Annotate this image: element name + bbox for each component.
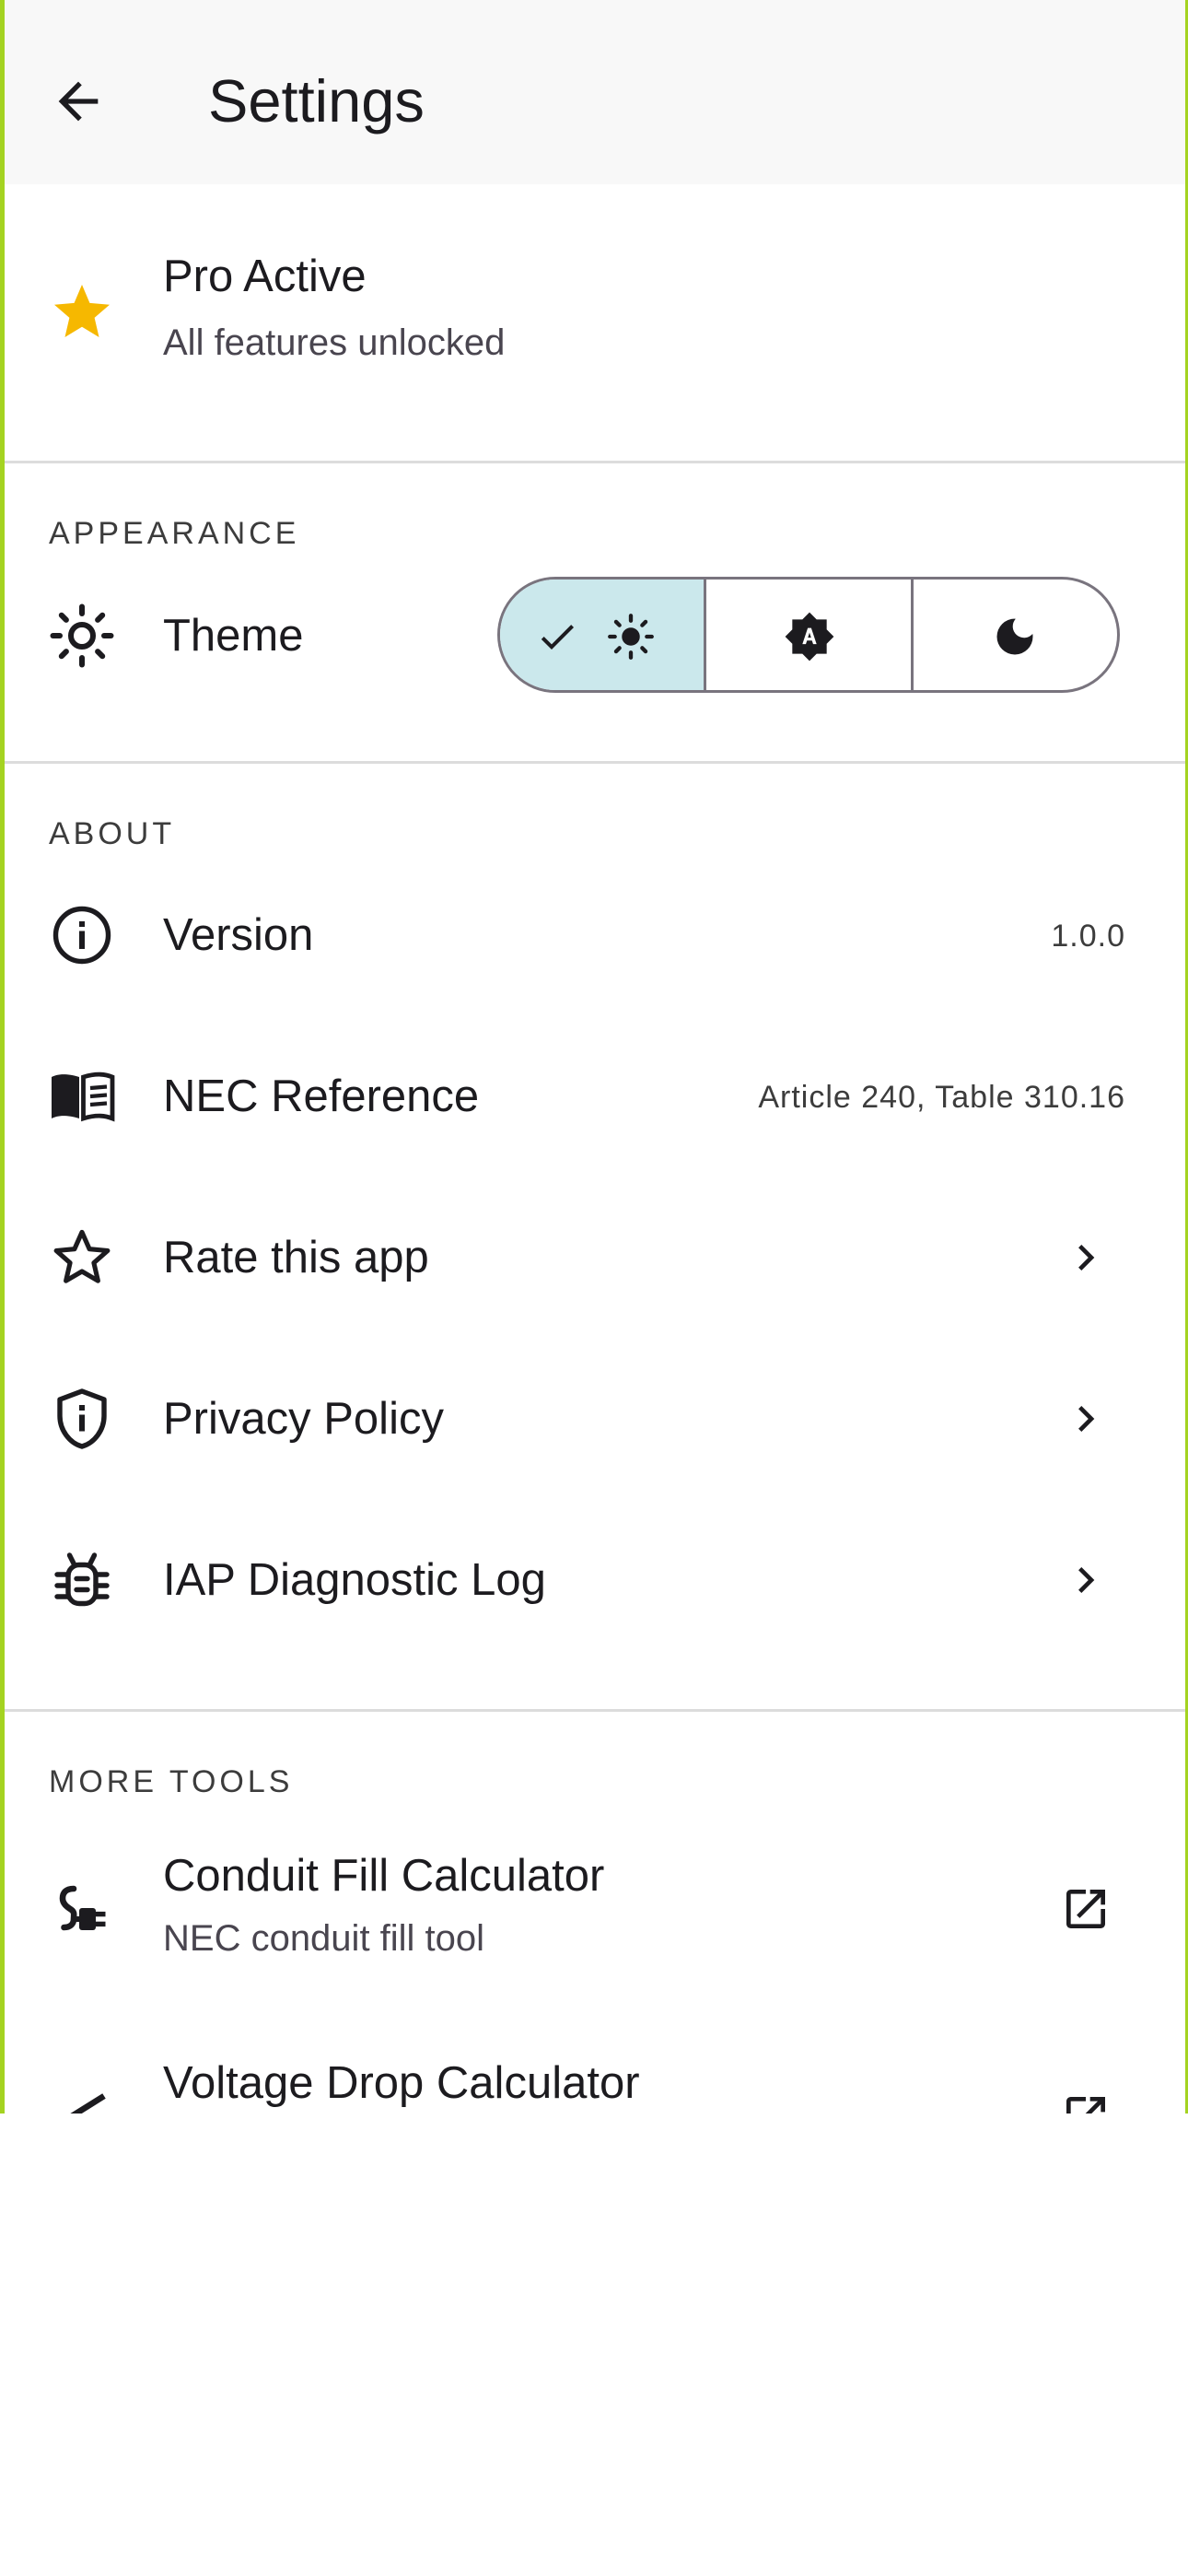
iap-diagnostic-log-row[interactable]: IAP Diagnostic Log — [5, 1516, 1185, 1645]
chevron-right-icon — [1078, 1245, 1095, 1270]
rate-app-label: Rate this app — [163, 1233, 429, 1282]
nec-reference-row: NEC Reference Article 240, Table 310.16 — [5, 1032, 1185, 1161]
section-label-appearance: APPEARANCE — [49, 516, 300, 551]
theme-option-auto[interactable] — [704, 580, 910, 690]
open-in-new-icon — [1066, 1890, 1105, 1928]
theme-segmented-control — [497, 577, 1120, 693]
chevron-right-icon — [1078, 1406, 1095, 1432]
check-icon — [541, 625, 574, 650]
tool-row-conduit-fill[interactable]: Conduit Fill Calculator NEC conduit fill… — [5, 1824, 1185, 1999]
rate-app-row[interactable]: Rate this app — [5, 1193, 1185, 1322]
bug-icon — [54, 1552, 110, 1607]
arrow-left-icon[interactable] — [49, 72, 108, 131]
open-in-new-icon — [1066, 2097, 1105, 2113]
divider — [5, 1709, 1185, 1712]
book-icon — [52, 1071, 115, 1122]
app-frame: Settings Pro Active All features unlocke… — [0, 0, 1188, 2113]
page-title: Settings — [208, 67, 425, 135]
power-plug-icon — [59, 1885, 106, 1931]
privacy-policy-label: Privacy Policy — [163, 1394, 444, 1444]
tool-title: Voltage Drop Calculator — [163, 2058, 640, 2108]
moon-icon — [996, 618, 1033, 655]
divider — [5, 461, 1185, 463]
privacy-policy-row[interactable]: Privacy Policy — [5, 1354, 1185, 1483]
theme-option-dark[interactable] — [910, 580, 1117, 690]
nec-reference-value: Article 240, Table 310.16 — [758, 1080, 1125, 1115]
sun-icon — [50, 603, 114, 668]
star-outline-icon — [53, 1229, 111, 1283]
brightness-auto-icon — [785, 612, 834, 662]
section-label-more-tools: MORE TOOLS — [49, 1764, 294, 1799]
tool-row-voltage-drop[interactable]: Voltage Drop Calculator — [5, 2032, 1185, 2113]
theme-option-light[interactable] — [500, 580, 705, 690]
pro-title: Pro Active — [163, 252, 367, 301]
pro-status-row[interactable]: Pro Active All features unlocked — [5, 184, 1185, 461]
star-icon — [54, 285, 110, 337]
iap-diagnostic-log-label: IAP Diagnostic Log — [163, 1555, 546, 1605]
info-icon — [52, 906, 111, 965]
app-bar: Settings — [5, 0, 1185, 184]
chevron-right-icon — [1078, 1567, 1095, 1593]
section-label-about: ABOUT — [49, 816, 176, 851]
sun-icon — [608, 614, 654, 660]
nec-reference-label: NEC Reference — [163, 1071, 480, 1121]
version-value: 1.0.0 — [1051, 919, 1125, 954]
theme-label: Theme — [163, 611, 304, 661]
version-label: Version — [163, 910, 314, 960]
divider — [5, 761, 1185, 764]
voltage-icon — [70, 2093, 106, 2113]
tool-title: Conduit Fill Calculator — [163, 1851, 605, 1901]
pro-subtitle: All features unlocked — [163, 322, 506, 363]
shield-icon — [57, 1388, 107, 1449]
version-row: Version 1.0.0 — [5, 871, 1185, 1000]
tool-subtitle: NEC conduit fill tool — [163, 1918, 485, 1959]
